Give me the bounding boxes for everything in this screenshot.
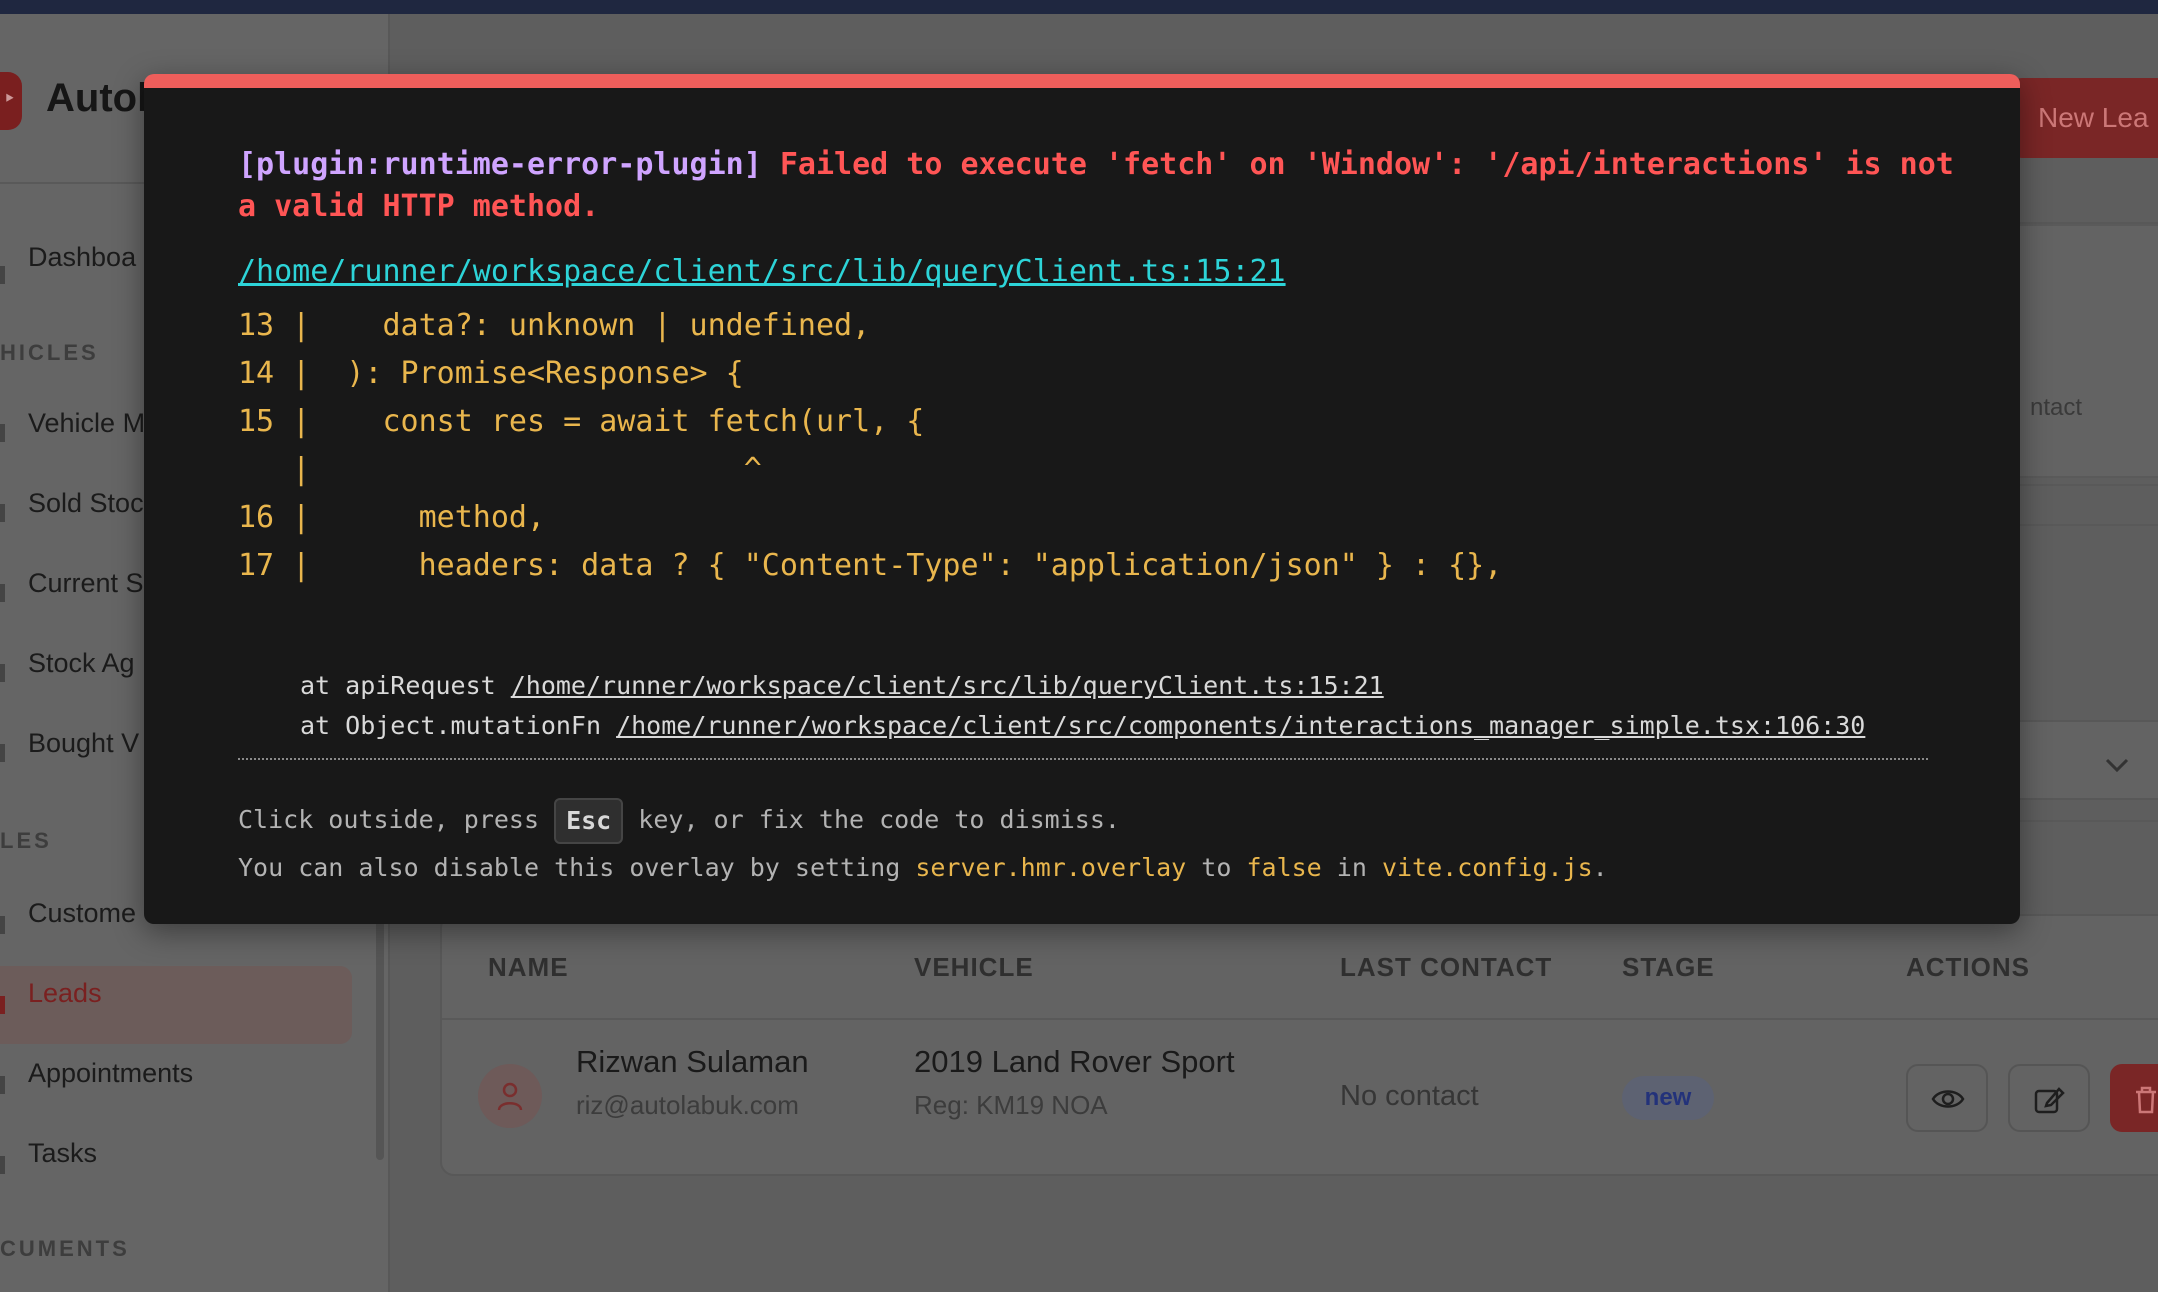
stock-ageing-icon xyxy=(0,664,5,682)
error-message: [plugin:runtime-error-plugin] Failed to … xyxy=(238,144,1958,228)
section-label-sales: LES xyxy=(0,828,52,853)
sidebar-item-bought-vehicles[interactable]: Bought V xyxy=(28,728,139,759)
stack-frame: at apiRequest /home/runner/workspace/cli… xyxy=(300,666,1865,706)
tip-text: You can also disable this overlay by set… xyxy=(238,853,916,882)
code-frame: 13 | data?: unknown | undefined, 14 | ):… xyxy=(238,308,1503,583)
overlay-divider xyxy=(238,758,1928,760)
new-lead-button[interactable]: New Lea xyxy=(2010,78,2158,158)
vite-config-file: vite.config.js xyxy=(1381,853,1593,882)
section-label-vehicles: HICLES xyxy=(0,340,99,365)
lead-vehicle-reg: Reg: KM19 NOA xyxy=(914,1090,1108,1120)
error-overlay[interactable]: [plugin:runtime-error-plugin] Failed to … xyxy=(144,74,2020,924)
column-header-name[interactable]: NAME xyxy=(488,952,569,983)
sidebar-item-stock-ageing[interactable]: Stock Ag xyxy=(28,648,135,679)
tip-text: . xyxy=(1592,853,1608,882)
edit-button[interactable] xyxy=(2008,1064,2090,1132)
customers-icon xyxy=(0,916,5,934)
stack-frame-prefix: at Object.mutationFn xyxy=(300,711,617,740)
stack-frame-link[interactable]: /home/runner/workspace/client/src/lib/qu… xyxy=(511,671,1384,700)
sidebar-item-vehicle-management[interactable]: Vehicle M xyxy=(28,408,145,439)
leads-icon xyxy=(0,996,5,1014)
tip-text: key, or fix the code to dismiss. xyxy=(623,805,1120,834)
chevron-down-icon xyxy=(2105,758,2129,773)
last-contact-stat-label: ntact xyxy=(2030,394,2083,421)
false-value: false xyxy=(1246,853,1322,882)
table-header-divider xyxy=(442,1018,2158,1020)
sidebar-item-customers[interactable]: Custome xyxy=(28,898,136,929)
lead-name[interactable]: Rizwan Sulaman xyxy=(576,1044,809,1080)
sidebar-item-sold-stock[interactable]: Sold Stoc xyxy=(28,488,144,519)
eye-icon xyxy=(1931,1090,1965,1108)
disable-overlay-tip: You can also disable this overlay by set… xyxy=(238,846,1608,890)
error-file-link[interactable]: /home/runner/workspace/client/src/lib/qu… xyxy=(238,254,1286,289)
user-icon xyxy=(497,1082,523,1111)
dashboard-icon xyxy=(0,266,5,284)
column-header-last-contact[interactable]: LAST CONTACT xyxy=(1340,952,1552,983)
trash-icon xyxy=(2136,1086,2156,1114)
edit-icon xyxy=(2034,1087,2065,1114)
stack-frame-prefix: at apiRequest xyxy=(300,671,511,700)
tasks-icon xyxy=(0,1156,5,1174)
tip-text: to xyxy=(1186,853,1247,882)
lead-email: riz@autolabuk.com xyxy=(576,1090,799,1120)
sidebar-item-appointments[interactable]: Appointments xyxy=(28,1058,193,1089)
status-badge: new xyxy=(1622,1076,1714,1120)
sold-stock-icon xyxy=(0,504,5,522)
lead-last-contact: No contact xyxy=(1340,1080,1479,1112)
tip-text: Click outside, press xyxy=(238,805,555,834)
current-stock-icon xyxy=(0,584,5,602)
app-logo-icon: ‣ xyxy=(0,72,22,130)
appointments-icon xyxy=(0,1076,5,1094)
sidebar-item-leads[interactable]: Leads xyxy=(28,978,102,1009)
stack-frame-link[interactable]: /home/runner/workspace/client/src/compon… xyxy=(616,711,1865,740)
sidebar-item-current-stock[interactable]: Current S xyxy=(28,568,144,599)
column-header-vehicle[interactable]: VEHICLE xyxy=(914,952,1034,983)
column-header-stage[interactable]: STAGE xyxy=(1622,952,1715,983)
esc-key: Esc xyxy=(554,798,624,844)
tip-text: in xyxy=(1321,853,1382,882)
stack-frame: at Object.mutationFn /home/runner/worksp… xyxy=(300,706,1865,746)
hmr-overlay-setting: server.hmr.overlay xyxy=(915,853,1187,882)
lead-vehicle: 2019 Land Rover Sport xyxy=(914,1044,1235,1079)
dismiss-tip: Click outside, press Esc key, or fix the… xyxy=(238,798,1120,844)
avatar xyxy=(478,1064,542,1128)
section-label-documents: CUMENTS xyxy=(0,1236,130,1261)
sidebar-item-dashboard[interactable]: Dashboa xyxy=(28,242,136,273)
stack-trace: at apiRequest /home/runner/workspace/cli… xyxy=(300,666,1865,746)
error-plugin-name: [plugin:runtime-error-plugin] xyxy=(238,147,762,182)
vehicle-icon xyxy=(0,424,5,442)
delete-button[interactable] xyxy=(2110,1064,2158,1132)
column-header-actions: ACTIONS xyxy=(1906,952,2030,982)
top-bar xyxy=(0,0,2158,14)
view-button[interactable] xyxy=(1906,1064,1988,1132)
sidebar-item-tasks[interactable]: Tasks xyxy=(28,1138,97,1169)
bought-vehicles-icon xyxy=(0,744,5,762)
